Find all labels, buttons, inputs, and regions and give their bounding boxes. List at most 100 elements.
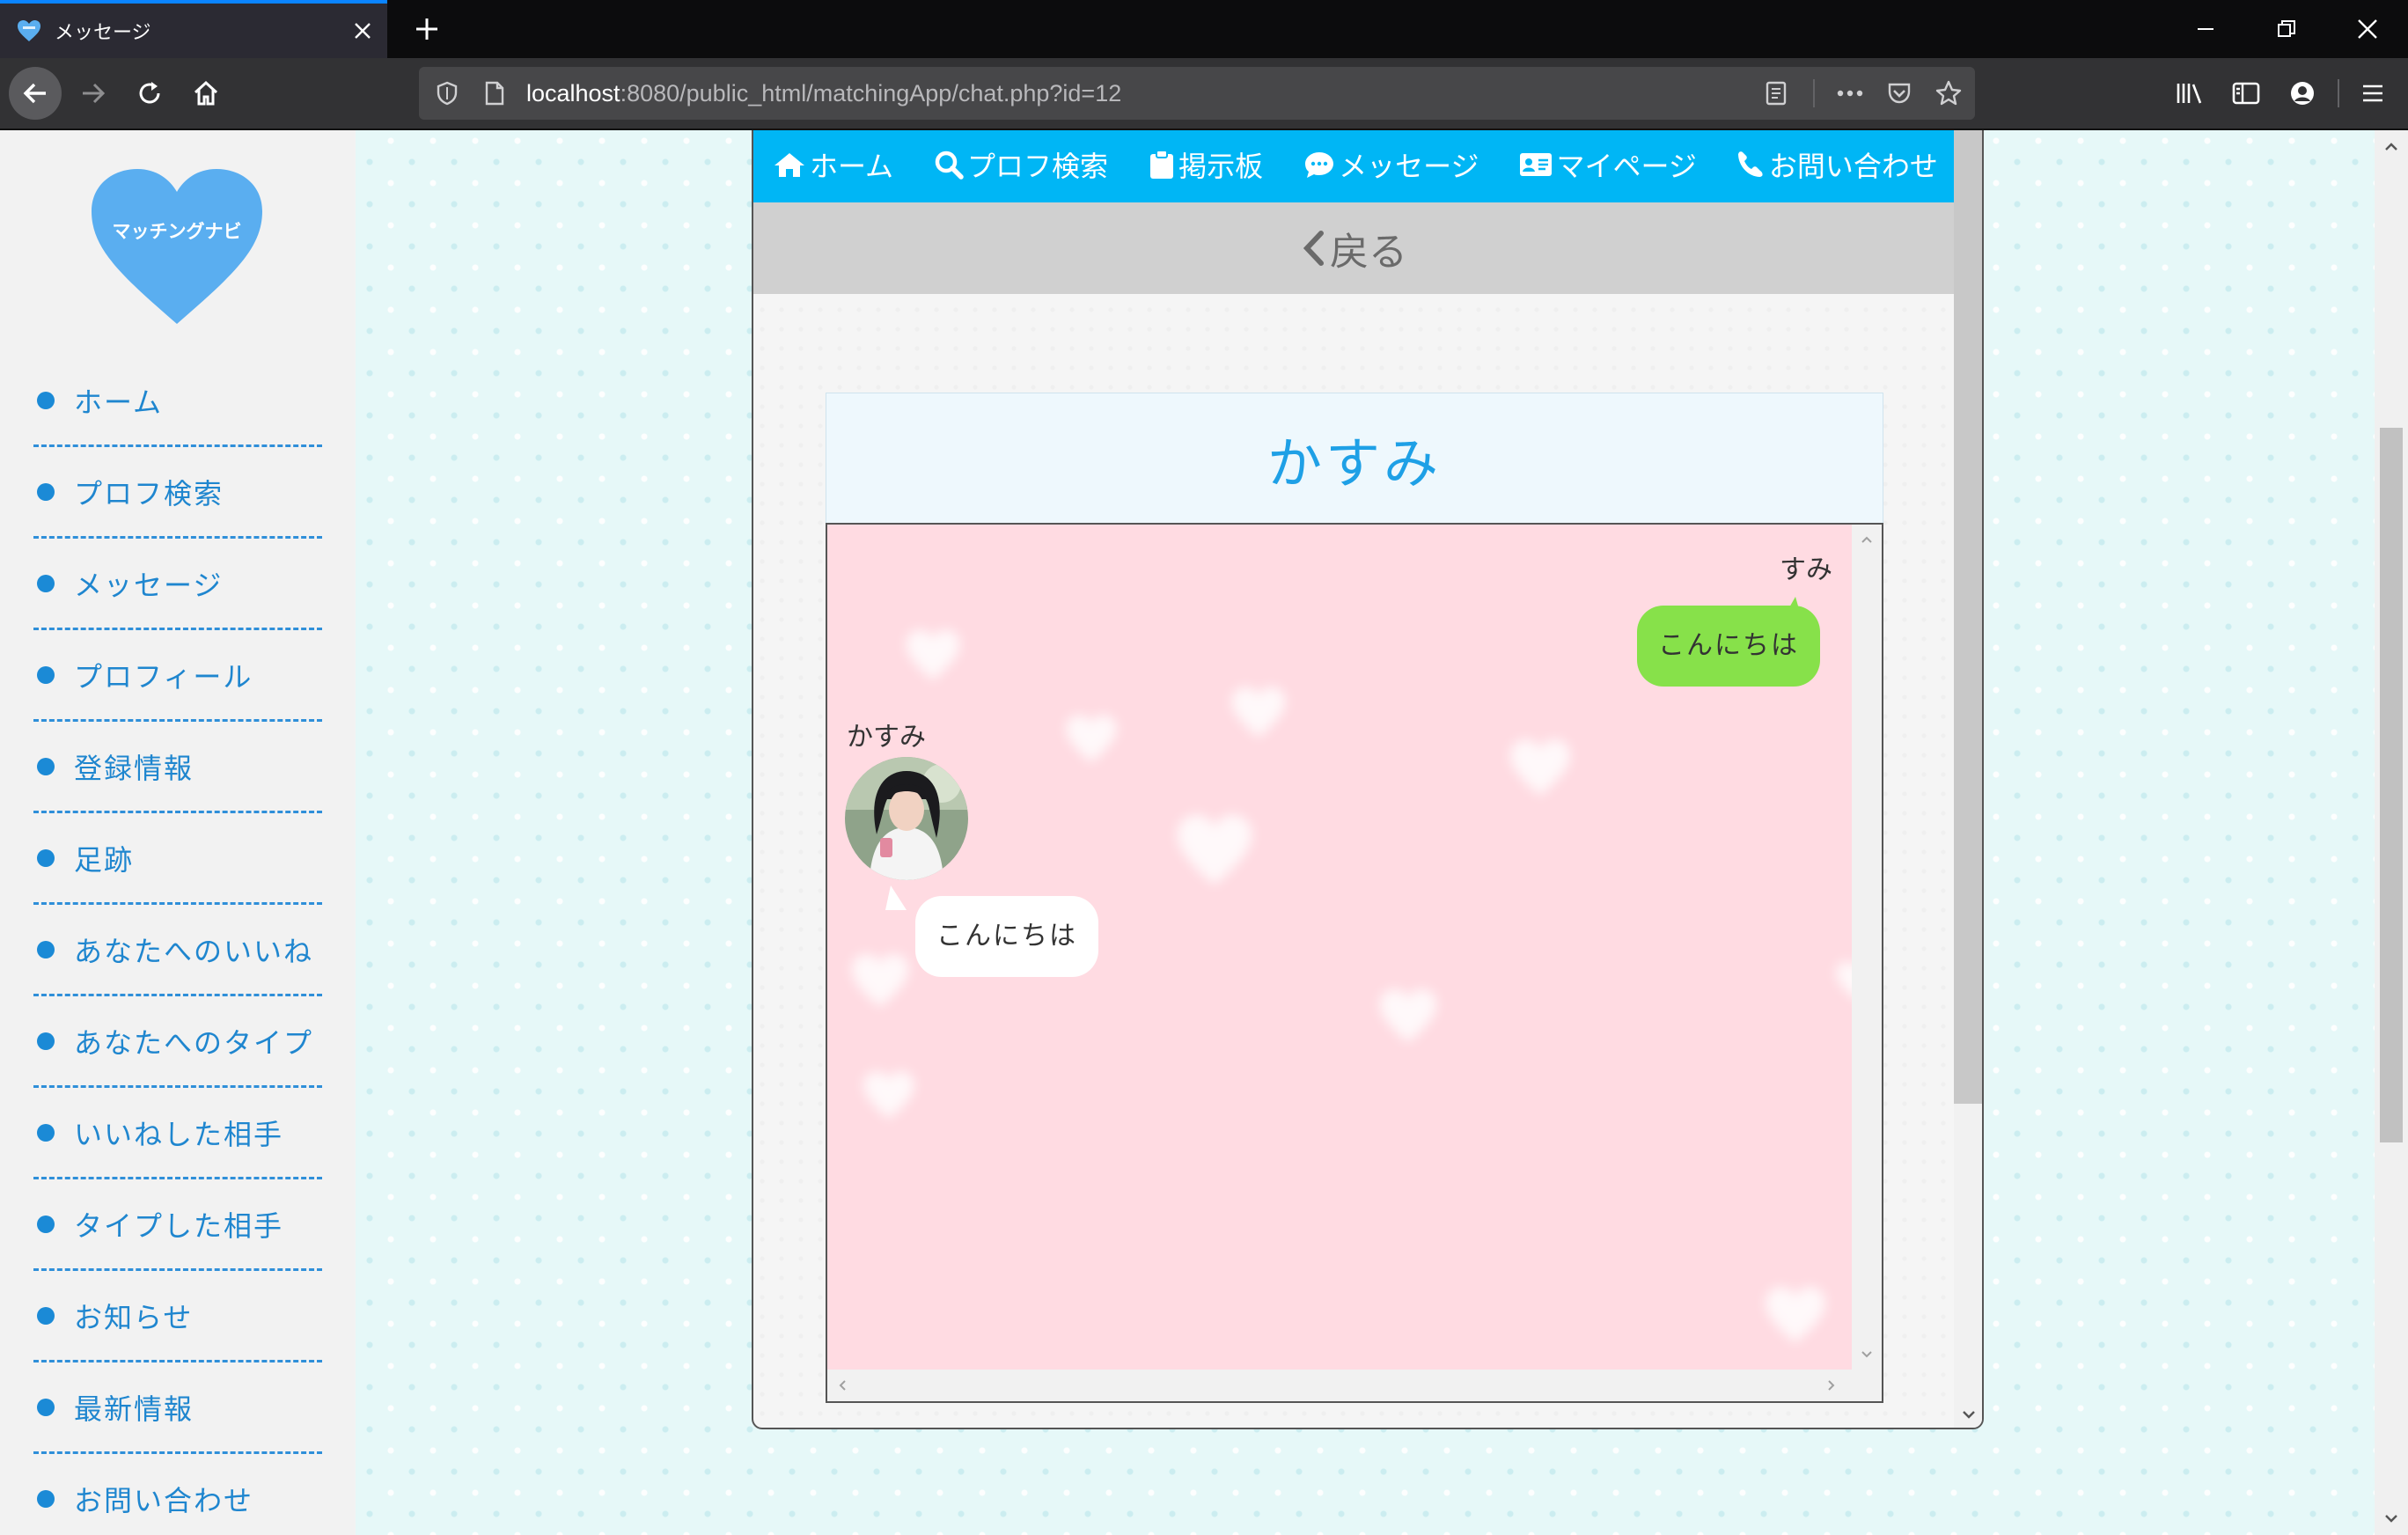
clipboard-icon (1150, 150, 1174, 179)
sidebar-item-label: お問い合わせ (74, 1483, 254, 1517)
sidebar-toggle-icon[interactable] (2220, 67, 2272, 120)
scroll-down-icon[interactable] (2375, 1505, 2408, 1531)
scroll-down-icon[interactable] (1854, 1341, 1880, 1368)
sidebar-item-notices[interactable]: お知らせ (33, 1271, 322, 1362)
bullet-icon (37, 1306, 55, 1325)
comment-icon (1305, 152, 1334, 178)
bullet-icon (37, 1032, 55, 1050)
topnav-item-label: プロフ検索 (967, 150, 1109, 183)
message-bubble-received: こんにちは (915, 896, 1098, 977)
chat-log[interactable]: すみ こんにちは かすみ こんにちは (826, 523, 1883, 1403)
sidebar-item-label: 足跡 (74, 842, 135, 877)
sidebar-item-typed[interactable]: タイプした相手 (33, 1179, 322, 1271)
more-actions-icon[interactable] (1832, 76, 1868, 111)
topnav-item-label: ホーム (810, 150, 894, 183)
bullet-icon (37, 665, 55, 684)
scroll-up-icon[interactable] (2375, 134, 2408, 160)
sidebar-nav: ホーム プロフ検索 メッセージ プロフィール 登録情報 足跡 あなたへのいいね … (33, 356, 322, 1535)
browser-tab[interactable]: メッセージ (0, 0, 387, 58)
message-sender-name: かすみ (847, 722, 926, 753)
panel-scrollbar[interactable] (1954, 130, 1982, 1428)
chat-vertical-scrollbar[interactable] (1852, 525, 1882, 1370)
main-panel: ホーム プロフ検索 掲示板 メッセージ マイページ お問い合わせ 戻る かすみ … (752, 130, 1984, 1429)
bubble-tail-left (885, 885, 907, 910)
sidebar-item-label: あなたへのいいね (74, 934, 314, 968)
bookmark-star-icon[interactable] (1931, 76, 1966, 111)
home-icon[interactable] (180, 67, 232, 120)
topnav-item-home[interactable]: ホーム (773, 144, 893, 185)
sidebar-item-home[interactable]: ホーム (33, 356, 322, 447)
reader-view-icon[interactable] (1758, 76, 1794, 111)
tab-title: メッセージ (55, 22, 151, 44)
partner-avatar[interactable] (845, 757, 968, 880)
close-window-icon[interactable] (2341, 9, 2394, 49)
sidebar-item-label: タイプした相手 (74, 1208, 284, 1243)
topnav-item-contact[interactable]: お問い合わせ (1737, 144, 1938, 185)
sidebar-item-types-received[interactable]: あなたへのタイプ (33, 996, 322, 1088)
panel-scrollbar-thumb[interactable] (1954, 130, 1982, 1104)
account-icon[interactable] (2276, 67, 2329, 120)
topnav-item-label: マイページ (1556, 150, 1697, 183)
sidebar-item-label: ホーム (74, 385, 164, 419)
bullet-icon (37, 848, 55, 867)
scroll-left-icon[interactable] (829, 1372, 855, 1399)
sidebar-item-news[interactable]: 最新情報 (33, 1362, 322, 1454)
sidebar-item-label: いいねした相手 (74, 1117, 284, 1151)
minimize-icon[interactable] (2179, 9, 2232, 49)
topnav-item-board[interactable]: 掲示板 (1149, 144, 1263, 185)
topnav-item-profile-search[interactable]: プロフ検索 (934, 144, 1108, 185)
browser-toolbar: localhost:8080/public_html/matchingApp/c… (0, 58, 2408, 130)
search-icon (935, 151, 964, 180)
library-icon[interactable] (2163, 67, 2216, 120)
bullet-icon (37, 757, 55, 775)
topnav-item-label: 掲示板 (1178, 150, 1264, 183)
page-icon[interactable] (477, 76, 512, 111)
chat-horizontal-scrollbar[interactable] (827, 1370, 1882, 1401)
page-scrollbar[interactable] (2375, 130, 2408, 1535)
back-button[interactable]: 戻る (753, 202, 1954, 294)
scroll-up-icon[interactable] (1854, 526, 1880, 553)
topnav-item-mypage[interactable]: マイページ (1519, 144, 1697, 185)
urlbar-divider (1813, 79, 1815, 107)
bullet-icon (37, 574, 55, 592)
bullet-icon (37, 1398, 55, 1416)
sidebar-item-contact[interactable]: お問い合わせ (33, 1454, 322, 1535)
topnav-item-messages[interactable]: メッセージ (1303, 144, 1479, 185)
scroll-right-icon[interactable] (1818, 1372, 1845, 1399)
back-arrow-icon[interactable] (9, 67, 62, 120)
sidebar-item-label: プロフィール (74, 659, 253, 694)
shield-icon[interactable] (429, 76, 465, 111)
heart-favicon-icon (18, 20, 40, 41)
topnav-item-label: メッセージ (1339, 150, 1479, 183)
sidebar-item-label: 最新情報 (74, 1392, 195, 1426)
sidebar-item-profile[interactable]: プロフィール (33, 630, 322, 722)
sidebar-item-liked[interactable]: いいねした相手 (33, 1088, 322, 1179)
page-scrollbar-thumb[interactable] (2380, 428, 2403, 1142)
logo-text: マッチングナビ (113, 221, 242, 242)
menu-icon[interactable] (2346, 67, 2399, 120)
sidebar-item-messages[interactable]: メッセージ (33, 539, 322, 630)
pocket-icon[interactable] (1882, 76, 1917, 111)
close-tab-icon[interactable] (343, 11, 382, 50)
home-icon (775, 153, 804, 177)
message-sender-name: すみ (1780, 555, 1832, 585)
sidebar-item-likes-received[interactable]: あなたへのいいね (33, 905, 322, 996)
scroll-down-icon[interactable] (1954, 1399, 1982, 1428)
restore-icon[interactable] (2260, 9, 2313, 49)
left-sidebar: マッチングナビ ホーム プロフ検索 メッセージ プロフィール 登録情報 足跡 あ… (0, 130, 356, 1535)
sidebar-item-footprints[interactable]: 足跡 (33, 813, 322, 905)
forward-arrow-icon[interactable] (67, 67, 120, 120)
back-label: 戻る (1330, 230, 1407, 275)
bullet-icon (37, 391, 55, 409)
bullet-icon (37, 1489, 55, 1508)
sidebar-item-registration[interactable]: 登録情報 (33, 722, 322, 813)
matching-navi-logo[interactable]: マッチングナビ (86, 165, 268, 333)
sidebar-item-label: あなたへのタイプ (74, 1025, 314, 1060)
bullet-icon (37, 1123, 55, 1142)
new-tab-icon[interactable] (407, 9, 447, 49)
reload-icon[interactable] (123, 67, 176, 120)
address-bar[interactable]: localhost:8080/public_html/matchingApp/c… (419, 67, 1975, 120)
url-text[interactable]: localhost:8080/public_html/matchingApp/c… (526, 67, 1121, 120)
sidebar-item-label: お知らせ (74, 1300, 194, 1334)
sidebar-item-profile-search[interactable]: プロフ検索 (33, 447, 322, 539)
